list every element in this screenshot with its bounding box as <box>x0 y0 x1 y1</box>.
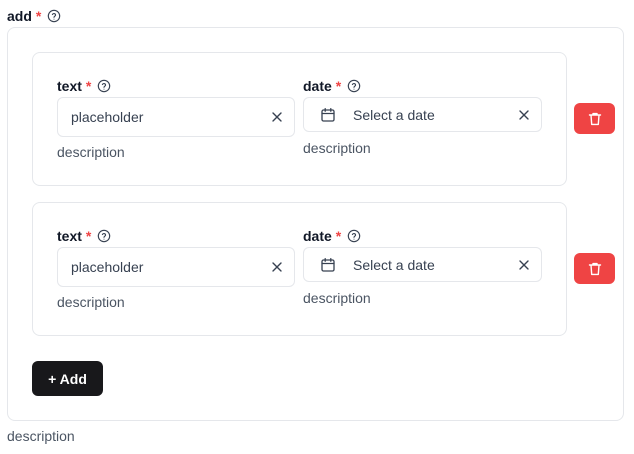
date-field-label: date * <box>303 228 361 244</box>
group-description: description <box>7 428 75 444</box>
help-circle-icon[interactable] <box>347 79 361 93</box>
calendar-icon <box>320 257 336 273</box>
help-circle-icon[interactable] <box>47 9 61 23</box>
text-field-label: text * <box>57 78 111 94</box>
text-field-description: description <box>57 144 125 160</box>
add-item-button[interactable]: + Add <box>32 361 103 396</box>
required-mark: * <box>335 78 342 94</box>
text-input[interactable]: placeholder <box>57 247 295 287</box>
text-field-description: description <box>57 294 125 310</box>
required-mark: * <box>35 8 42 24</box>
text-input[interactable]: placeholder <box>57 97 295 137</box>
required-mark: * <box>335 228 342 244</box>
close-icon[interactable] <box>517 258 531 272</box>
delete-item-button[interactable] <box>574 103 615 134</box>
calendar-icon <box>320 107 336 123</box>
trash-icon <box>587 111 603 127</box>
close-icon[interactable] <box>270 260 284 274</box>
required-mark: * <box>85 78 92 94</box>
trash-icon <box>587 261 603 277</box>
text-input-value: placeholder <box>71 109 144 125</box>
date-picker-input[interactable]: Select a date <box>303 97 542 132</box>
date-picker-placeholder: Select a date <box>353 106 435 123</box>
text-input-value: placeholder <box>71 259 144 275</box>
date-field-description: description <box>303 140 371 156</box>
date-field-label: date * <box>303 78 361 94</box>
date-picker-placeholder: Select a date <box>353 256 435 273</box>
text-field-label-text: text <box>57 228 82 244</box>
help-circle-icon[interactable] <box>347 229 361 243</box>
group-label: add * <box>7 8 61 24</box>
date-field-label-text: date <box>303 78 332 94</box>
close-icon[interactable] <box>270 110 284 124</box>
required-mark: * <box>85 228 92 244</box>
help-circle-icon[interactable] <box>97 229 111 243</box>
text-field-label: text * <box>57 228 111 244</box>
group-label-text: add <box>7 8 32 24</box>
date-field-label-text: date <box>303 228 332 244</box>
text-field-label-text: text <box>57 78 82 94</box>
help-circle-icon[interactable] <box>97 79 111 93</box>
close-icon[interactable] <box>517 108 531 122</box>
date-field-description: description <box>303 290 371 306</box>
delete-item-button[interactable] <box>574 253 615 284</box>
date-picker-input[interactable]: Select a date <box>303 247 542 282</box>
